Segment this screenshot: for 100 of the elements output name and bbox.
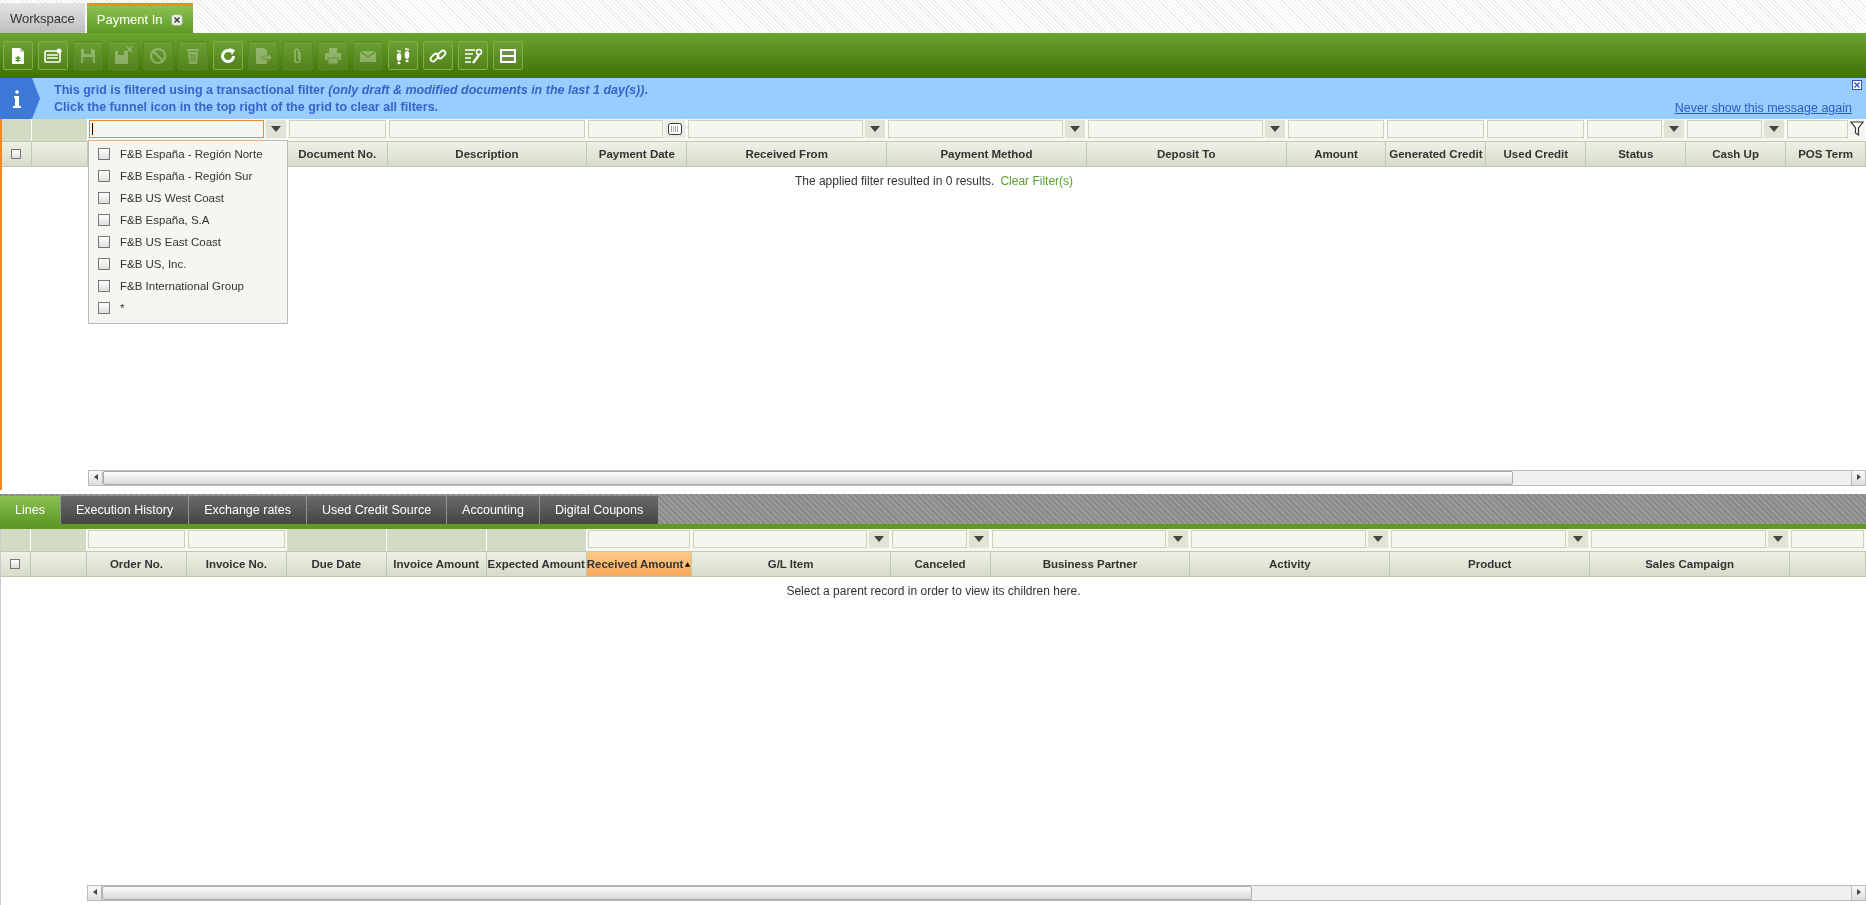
horizontal-scrollbar[interactable] (87, 885, 1866, 901)
toolbar-button[interactable] (388, 41, 418, 70)
column-header[interactable]: Business Partner (990, 552, 1191, 576)
dropdown-button[interactable] (1764, 120, 1785, 138)
column-header[interactable]: Payment Method (887, 142, 1087, 166)
filter-field[interactable] (1791, 530, 1864, 548)
column-header[interactable]: Received From (687, 142, 888, 166)
checkbox[interactable] (98, 258, 110, 270)
column-header[interactable]: G/L Item (691, 552, 891, 576)
column-header[interactable]: Received Amount (586, 552, 692, 576)
dropdown-button[interactable] (1168, 530, 1189, 548)
column-header[interactable]: Description (387, 142, 588, 166)
detail-tab[interactable]: Exchange rates (189, 496, 306, 524)
column-header[interactable]: Amount (1286, 142, 1387, 166)
filter-field[interactable] (1087, 120, 1263, 138)
filter-field[interactable] (288, 120, 386, 138)
checkbox[interactable] (98, 214, 110, 226)
dropdown-button[interactable] (868, 530, 889, 548)
column-header[interactable]: Canceled (890, 552, 991, 576)
filter-field[interactable] (1391, 530, 1567, 548)
dropdown-button[interactable] (865, 120, 886, 138)
filter-field[interactable] (1587, 120, 1663, 138)
export-icon (253, 45, 273, 66)
toolbar-button[interactable] (38, 41, 68, 70)
dropdown-option[interactable]: F&B US West Coast (89, 187, 287, 209)
filter-field[interactable] (1687, 120, 1763, 138)
column-header[interactable]: Invoice Amount (386, 552, 487, 576)
column-header[interactable]: Sales Campaign (1590, 552, 1791, 576)
filter-field[interactable] (891, 530, 967, 548)
dropdown-button[interactable] (265, 120, 286, 138)
filter-field[interactable] (88, 120, 264, 138)
dropdown-button[interactable] (968, 530, 989, 548)
checkbox[interactable] (98, 170, 110, 182)
dropdown-option[interactable]: F&B International Group (89, 275, 287, 297)
dropdown-button[interactable] (1664, 120, 1685, 138)
toolbar-button[interactable] (423, 41, 453, 70)
dropdown-button[interactable] (1264, 120, 1285, 138)
dropdown-button[interactable] (1064, 120, 1085, 138)
toolbar-button[interactable] (3, 41, 33, 70)
detail-tab[interactable]: Accounting (447, 496, 539, 524)
filter-field[interactable] (588, 120, 664, 138)
dropdown-button[interactable] (1768, 530, 1789, 548)
column-header[interactable]: POS Term (1786, 142, 1866, 166)
filter-field[interactable] (1191, 530, 1367, 548)
dropdown-option[interactable]: * (89, 297, 287, 319)
column-header[interactable]: Cash Up (1686, 142, 1787, 166)
dropdown-button[interactable] (1368, 530, 1389, 548)
column-header[interactable]: Generated Credit (1386, 142, 1487, 166)
column-header[interactable]: Expected Amount (486, 552, 587, 576)
horizontal-scrollbar[interactable] (88, 470, 1866, 486)
filter-field[interactable] (1287, 120, 1385, 138)
column-header[interactable]: Invoice No. (186, 552, 287, 576)
column-header[interactable]: Status (1586, 142, 1687, 166)
workspace-tab[interactable]: Workspace (0, 3, 85, 33)
filter-field[interactable] (688, 120, 864, 138)
column-header[interactable]: Activity (1190, 552, 1391, 576)
checkbox[interactable] (98, 236, 110, 248)
filter-field[interactable] (388, 120, 586, 138)
column-header[interactable]: Product (1390, 552, 1591, 576)
checkbox[interactable] (98, 192, 110, 204)
filter-field[interactable] (87, 530, 185, 548)
filter-field[interactable] (888, 120, 1063, 138)
printer-icon (323, 45, 343, 66)
toolbar-button[interactable] (493, 41, 523, 70)
dropdown-button[interactable] (1568, 530, 1589, 548)
close-icon[interactable] (170, 13, 183, 26)
filter-field[interactable] (587, 530, 690, 548)
toolbar-button[interactable] (458, 41, 488, 70)
detail-tab[interactable]: Execution History (60, 496, 189, 524)
detail-tab[interactable]: Digital Coupons (539, 496, 659, 524)
dropdown-option[interactable]: F&B US, Inc. (89, 253, 287, 275)
calendar-button[interactable] (665, 120, 686, 138)
filter-field[interactable] (1387, 120, 1485, 138)
caret-icon (270, 126, 281, 132)
select-all-checkbox[interactable] (10, 559, 21, 569)
filter-field[interactable] (1487, 120, 1585, 138)
dropdown-option[interactable]: F&B España, S.A (89, 209, 287, 231)
checkbox[interactable] (98, 280, 110, 292)
filter-field[interactable] (1787, 120, 1848, 138)
toolbar-button[interactable] (213, 41, 243, 70)
column-header[interactable]: Due Date (286, 552, 387, 576)
caret-icon (870, 126, 881, 132)
detail-tab[interactable]: Used Credit Source (307, 496, 447, 524)
select-all-checkbox[interactable] (11, 149, 22, 159)
filter-field[interactable] (1591, 530, 1767, 548)
caret-icon (1773, 536, 1784, 542)
close-icon[interactable] (1852, 80, 1862, 90)
checkbox[interactable] (98, 148, 110, 160)
filter-field[interactable] (991, 530, 1167, 548)
dropdown-option[interactable]: F&B España - Región Sur (89, 165, 287, 187)
column-header[interactable]: Used Credit (1486, 142, 1587, 166)
never-show-link[interactable]: Never show this message again (1674, 101, 1852, 115)
dropdown-option[interactable]: F&B España - Región Norte (89, 143, 287, 165)
filter-field[interactable] (187, 530, 285, 548)
column-header[interactable]: Payment Date (587, 142, 688, 166)
column-header[interactable]: Order No. (86, 552, 187, 576)
filter-field[interactable] (692, 530, 867, 548)
column-header[interactable]: Deposit To (1086, 142, 1287, 166)
checkbox[interactable] (98, 302, 110, 314)
dropdown-option[interactable]: F&B US East Coast (89, 231, 287, 253)
